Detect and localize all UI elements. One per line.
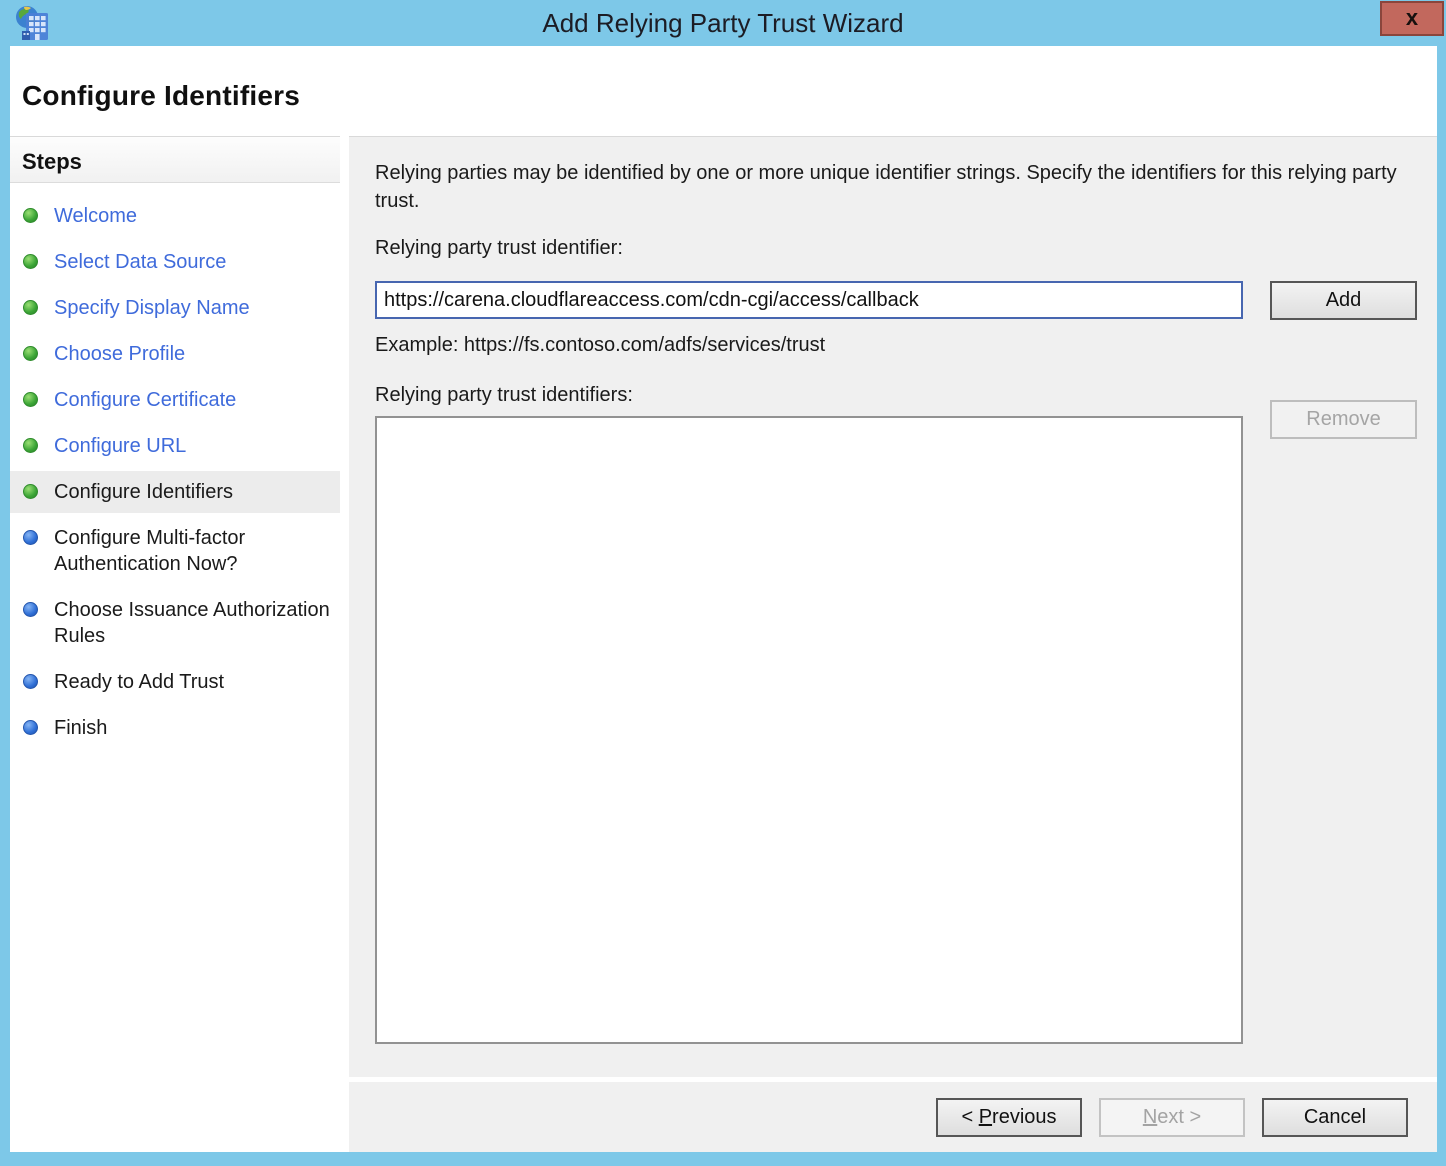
step-pending-icon	[23, 602, 38, 617]
step-complete-icon	[23, 300, 38, 315]
step-complete-icon	[23, 438, 38, 453]
step-label: Select Data Source	[54, 251, 226, 273]
step-label: Configure Multi-factor Authentication No…	[54, 527, 245, 575]
sidebar-step-choose-issuance-authorization-rules: Choose Issuance Authorization Rules	[10, 589, 340, 657]
close-button[interactable]: x	[1380, 1, 1444, 36]
identifier-input[interactable]	[375, 281, 1243, 319]
previous-button[interactable]: < Previous	[936, 1098, 1082, 1137]
step-label: Specify Display Name	[54, 297, 250, 319]
step-complete-icon	[23, 484, 38, 499]
sidebar-step-welcome[interactable]: Welcome	[10, 195, 340, 237]
step-pending-icon	[23, 674, 38, 689]
next-label-key: N	[1143, 1106, 1157, 1128]
step-complete-icon	[23, 392, 38, 407]
previous-label-key: P	[979, 1106, 992, 1128]
step-complete-icon	[23, 254, 38, 269]
step-label: Configure Certificate	[54, 389, 236, 411]
remove-button[interactable]: Remove	[1270, 400, 1417, 439]
title-bar: Add Relying Party Trust Wizard x	[0, 0, 1446, 46]
next-label-rest: ext >	[1157, 1106, 1201, 1128]
step-label: Configure Identifiers	[54, 481, 233, 503]
sidebar-step-configure-multi-factor-authentication-now: Configure Multi-factor Authentication No…	[10, 517, 340, 585]
next-button[interactable]: Next >	[1099, 1098, 1245, 1137]
step-label: Configure URL	[54, 435, 186, 457]
step-complete-icon	[23, 346, 38, 361]
step-complete-icon	[23, 208, 38, 223]
sidebar-step-configure-identifiers: Configure Identifiers	[10, 471, 340, 513]
sidebar-step-select-data-source[interactable]: Select Data Source	[10, 241, 340, 283]
wizard-window: Add Relying Party Trust Wizard x Configu…	[0, 0, 1446, 1166]
identifiers-list-label: Relying party trust identifiers:	[375, 384, 633, 407]
window-body: Configure Identifiers Steps Welcome Selec…	[10, 46, 1437, 1152]
step-pending-icon	[23, 720, 38, 735]
identifier-example-text: Example: https://fs.contoso.com/adfs/ser…	[375, 334, 825, 357]
content-panel: Relying parties may be identified by one…	[349, 136, 1437, 1077]
page-title: Configure Identifiers	[10, 46, 1437, 112]
page-description: Relying parties may be identified by one…	[375, 159, 1405, 215]
wizard-footer: < Previous Next > Cancel	[349, 1082, 1437, 1152]
step-label: Choose Issuance Authorization Rules	[54, 599, 330, 647]
identifiers-listbox[interactable]	[375, 416, 1243, 1044]
window-title: Add Relying Party Trust Wizard	[0, 0, 1446, 46]
steps-list: Welcome Select Data Source Specify Display…	[10, 183, 340, 749]
step-label: Choose Profile	[54, 343, 185, 365]
sidebar-step-finish: Finish	[10, 707, 340, 749]
steps-sidebar: Steps Welcome Select Data Source Specify D…	[10, 136, 340, 1152]
previous-label-pre: <	[961, 1106, 978, 1128]
sidebar-step-ready-to-add-trust: Ready to Add Trust	[10, 661, 340, 703]
sidebar-step-choose-profile[interactable]: Choose Profile	[10, 333, 340, 375]
identifier-input-label: Relying party trust identifier:	[375, 237, 623, 260]
sidebar-step-specify-display-name[interactable]: Specify Display Name	[10, 287, 340, 329]
page-header: Configure Identifiers	[10, 46, 1437, 136]
step-label: Welcome	[54, 205, 137, 227]
add-button[interactable]: Add	[1270, 281, 1417, 320]
sidebar-step-configure-url[interactable]: Configure URL	[10, 425, 340, 467]
cancel-button[interactable]: Cancel	[1262, 1098, 1408, 1137]
step-label: Finish	[54, 717, 107, 739]
step-label: Ready to Add Trust	[54, 671, 224, 693]
step-pending-icon	[23, 530, 38, 545]
previous-label-rest: revious	[992, 1106, 1056, 1128]
sidebar-step-configure-certificate[interactable]: Configure Certificate	[10, 379, 340, 421]
steps-heading: Steps	[10, 137, 340, 183]
